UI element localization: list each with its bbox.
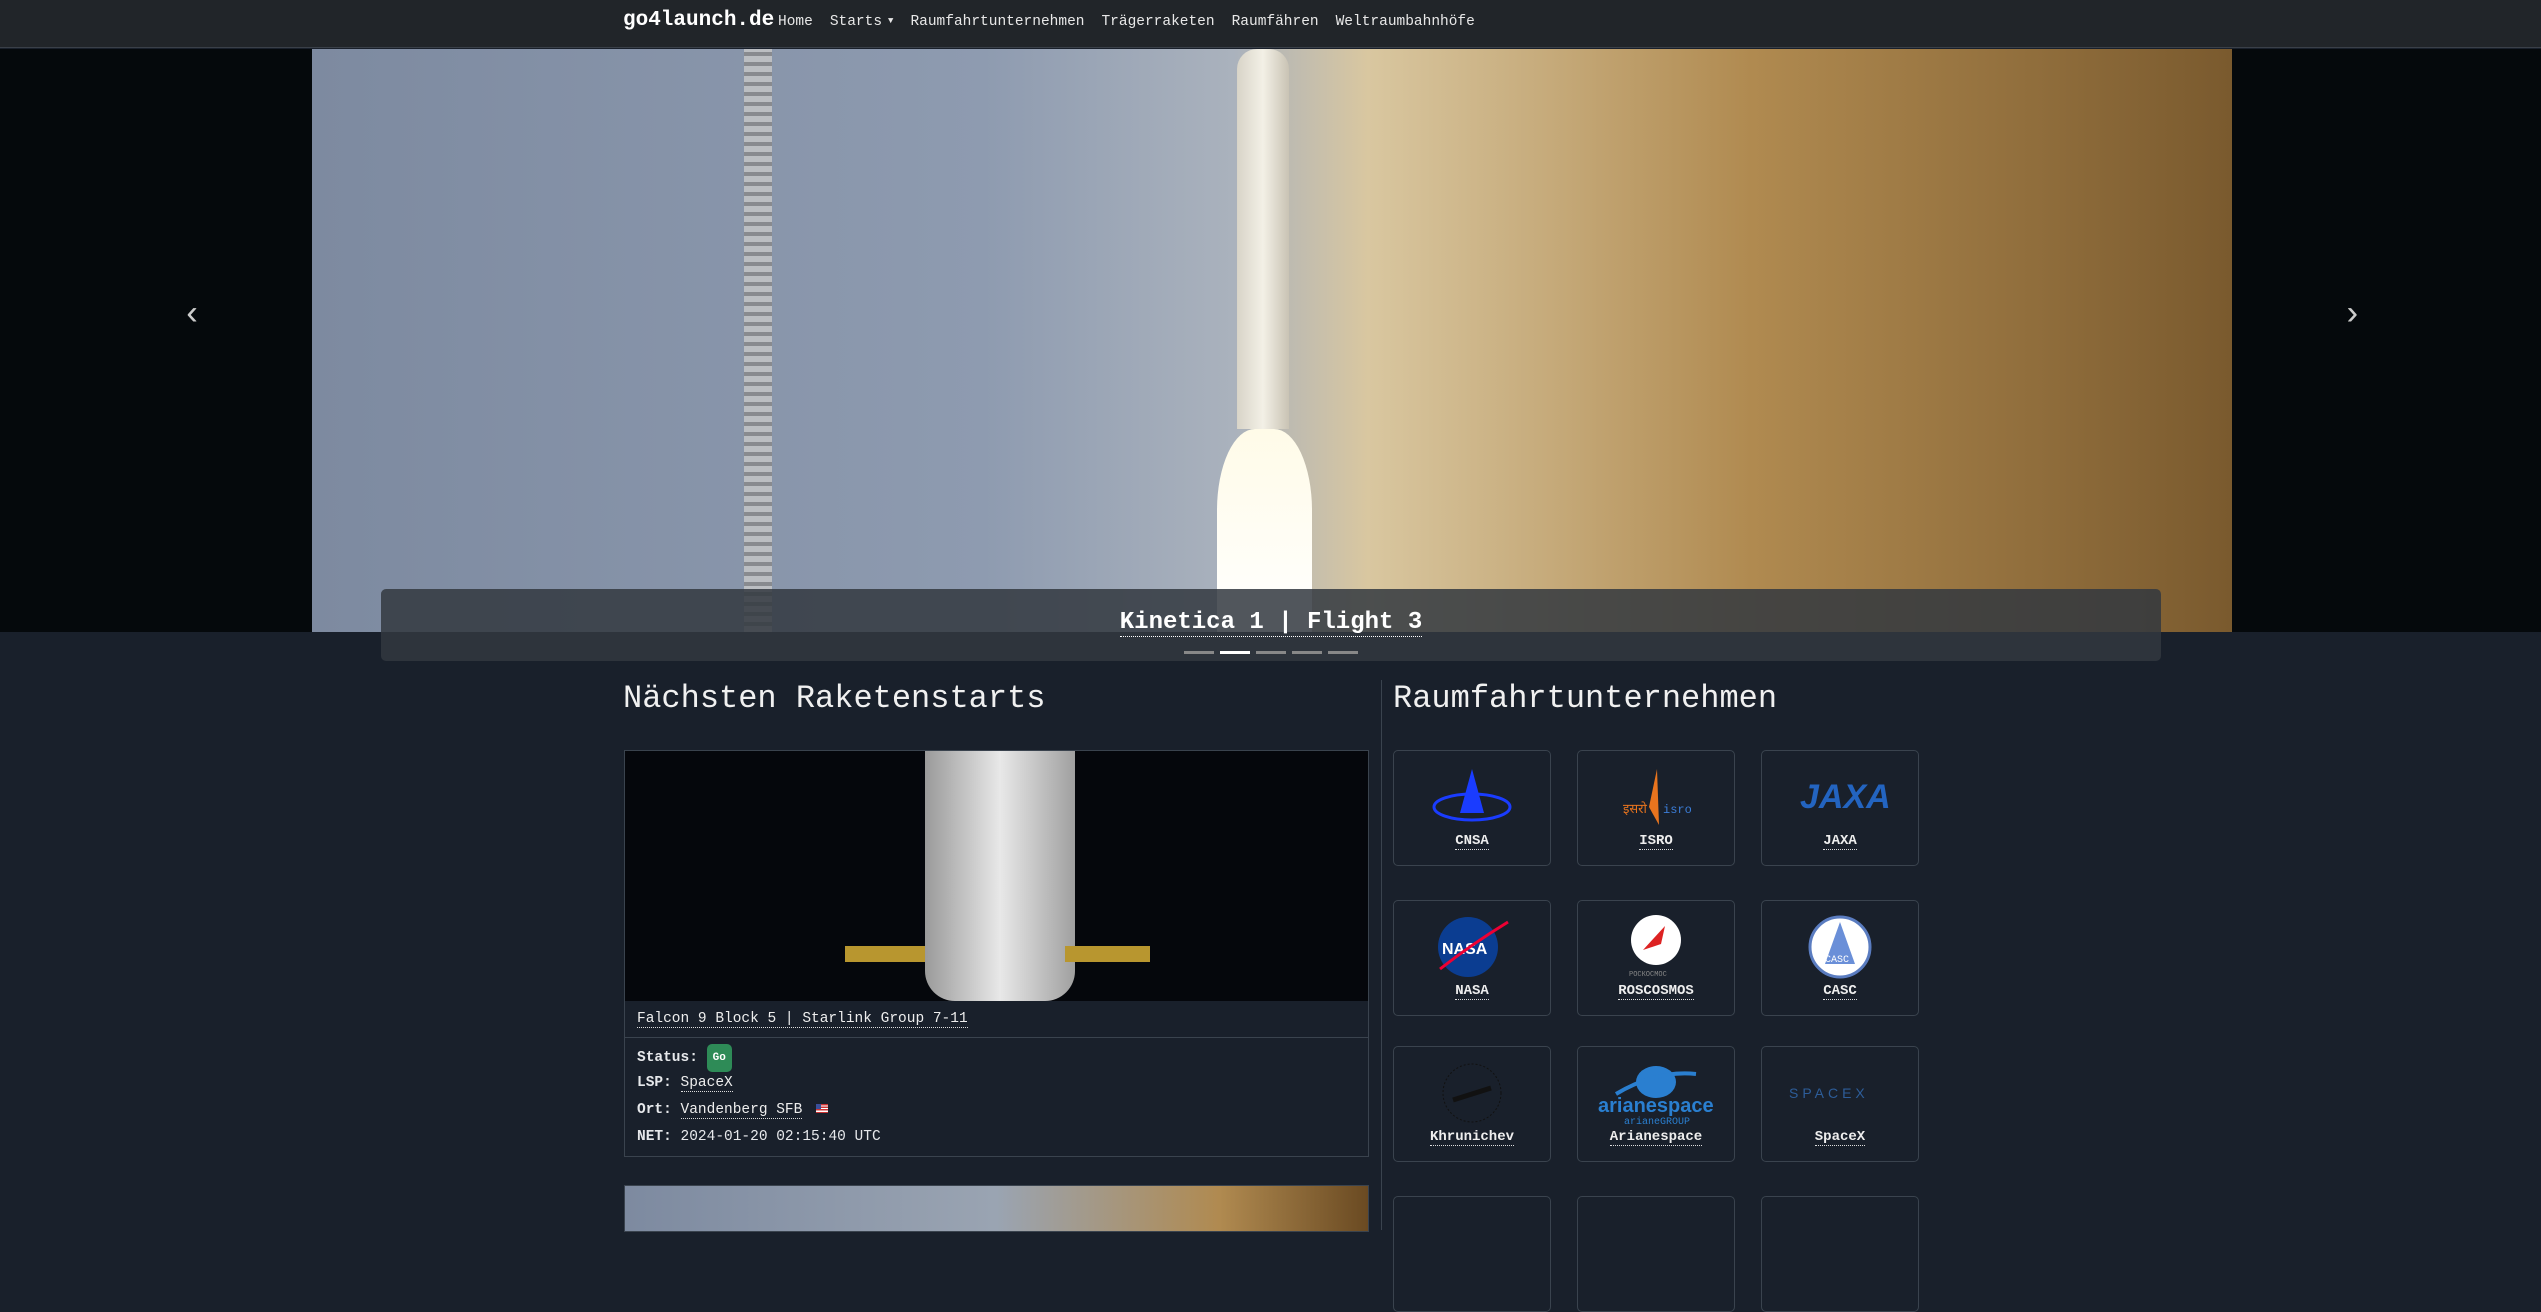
- launch-image: [625, 1186, 1368, 1231]
- chevron-right-icon[interactable]: ›: [2342, 297, 2362, 335]
- nav-traegerraketen[interactable]: Trägerraketen: [1101, 14, 1214, 30]
- launch-card-2: [624, 1185, 1369, 1232]
- launch-card: Falcon 9 Block 5 | Starlink Group 7-11 S…: [624, 750, 1369, 1157]
- agency-tile-isro[interactable]: इसरो isro ISRO: [1577, 750, 1735, 866]
- agency-link[interactable]: SpaceX: [1814, 1129, 1866, 1146]
- hero-carousel: ‹ › Kinetica 1 | Flight 3: [0, 49, 2541, 661]
- agency-tile-nasa[interactable]: NASA NASA: [1393, 900, 1551, 1016]
- indicator-2[interactable]: [1220, 651, 1250, 654]
- rocket: [1237, 49, 1289, 429]
- launch-tower: [744, 49, 772, 632]
- indicator-3[interactable]: [1256, 651, 1286, 654]
- agency-link[interactable]: CNSA: [1455, 833, 1489, 850]
- agency-tile-casc[interactable]: CASC CASC: [1761, 900, 1919, 1016]
- agency-logo: [1394, 763, 1550, 831]
- caption-link[interactable]: Kinetica 1 | Flight 3: [1119, 609, 1423, 637]
- lsp-label: LSP:: [637, 1075, 672, 1091]
- nav-raumfahrtunternehmen[interactable]: Raumfahrtunternehmen: [910, 14, 1084, 30]
- section-title-agencies: Raumfahrtunternehmen: [1393, 680, 1778, 717]
- agency-logo: NASA: [1394, 913, 1550, 981]
- svg-text:arianespace: arianespace: [1598, 1095, 1714, 1117]
- fin: [1065, 946, 1150, 962]
- agency-logo: JAXA: [1762, 763, 1918, 831]
- svg-text:JAXA: JAXA: [1800, 778, 1890, 816]
- indicator-5[interactable]: [1328, 651, 1358, 654]
- agency-tile-spacex[interactable]: SPACEX SpaceX: [1761, 1046, 1919, 1162]
- carousel-indicators: [1184, 651, 1358, 654]
- agency-link[interactable]: ROSCOSMOS: [1618, 983, 1694, 1000]
- agency-tile-jaxa[interactable]: JAXA JAXA: [1761, 750, 1919, 866]
- agency-tile-roscosmos[interactable]: РОСКОСМОС ROSCOSMOS: [1577, 900, 1735, 1016]
- svg-text:РОСКОСМОС: РОСКОСМОС: [1629, 971, 1667, 979]
- fairing: [925, 751, 1075, 1001]
- agency-link[interactable]: ISRO: [1639, 833, 1673, 850]
- carousel-image: [312, 49, 2232, 632]
- agency-link[interactable]: JAXA: [1823, 833, 1857, 850]
- nav-weltraumbahnhoefe[interactable]: Weltraumbahnhöfe: [1336, 14, 1475, 30]
- launch-title-link[interactable]: Falcon 9 Block 5 | Starlink Group 7-11: [637, 1011, 968, 1028]
- net-label: NET:: [637, 1129, 672, 1145]
- agency-logo: [1394, 1059, 1550, 1127]
- navbar: go4launch.de Home Starts ▼ Raumfahrtunter…: [0, 0, 2541, 48]
- svg-text:isro: isro: [1663, 803, 1691, 817]
- svg-text:arianeGROUP: arianeGROUP: [1624, 1116, 1690, 1126]
- agency-tile-khrunichev[interactable]: Khrunichev: [1393, 1046, 1551, 1162]
- agency-link[interactable]: Khrunichev: [1429, 1129, 1514, 1146]
- agency-tile[interactable]: [1393, 1196, 1551, 1312]
- nav-raumfaehren[interactable]: Raumfähren: [1232, 14, 1319, 30]
- status-label: Status:: [637, 1050, 698, 1066]
- launch-image: [625, 751, 1368, 1001]
- us-flag-icon: [816, 1104, 829, 1113]
- agency-logo: РОСКОСМОС: [1578, 913, 1734, 981]
- indicator-4[interactable]: [1292, 651, 1322, 654]
- agency-tile[interactable]: [1577, 1196, 1735, 1312]
- svg-text:SPACEX: SPACEX: [1789, 1085, 1869, 1101]
- agency-tile[interactable]: [1761, 1196, 1919, 1312]
- agency-logo: CASC: [1762, 913, 1918, 981]
- agency-link[interactable]: Arianespace: [1609, 1129, 1703, 1146]
- agency-link[interactable]: NASA: [1455, 983, 1489, 1000]
- agency-tile-arianespace[interactable]: arianespace arianeGROUP Arianespace: [1577, 1046, 1735, 1162]
- caret-down-icon: ▼: [888, 16, 894, 26]
- agency-logo: arianespace arianeGROUP: [1578, 1059, 1734, 1127]
- section-title-launches: Nächsten Raketenstarts: [623, 680, 1046, 717]
- fin: [845, 946, 930, 962]
- brand-link[interactable]: go4launch.de: [623, 9, 774, 32]
- nav-home[interactable]: Home: [778, 14, 813, 30]
- lsp-link[interactable]: SpaceX: [680, 1075, 733, 1092]
- location-link[interactable]: Vandenberg SFB: [680, 1102, 803, 1119]
- status-badge: Go: [706, 1044, 732, 1072]
- svg-text:इसरो: इसरो: [1623, 801, 1647, 817]
- net-value: 2024-01-20 02:15:40 UTC: [680, 1129, 881, 1145]
- column-divider: [1381, 680, 1382, 1230]
- agency-logo: SPACEX: [1762, 1059, 1918, 1127]
- agency-link[interactable]: CASC: [1823, 983, 1857, 1000]
- nav-starts-label: Starts: [829, 14, 883, 30]
- location-label: Ort:: [637, 1102, 672, 1118]
- agency-tile-cnsa[interactable]: CNSA: [1393, 750, 1551, 866]
- indicator-1[interactable]: [1184, 651, 1214, 654]
- svg-text:CASC: CASC: [1825, 955, 1849, 966]
- nav-starts-dropdown[interactable]: Starts ▼: [830, 14, 894, 30]
- chevron-left-icon[interactable]: ‹: [182, 297, 202, 335]
- agency-logo: इसरो isro: [1578, 763, 1734, 831]
